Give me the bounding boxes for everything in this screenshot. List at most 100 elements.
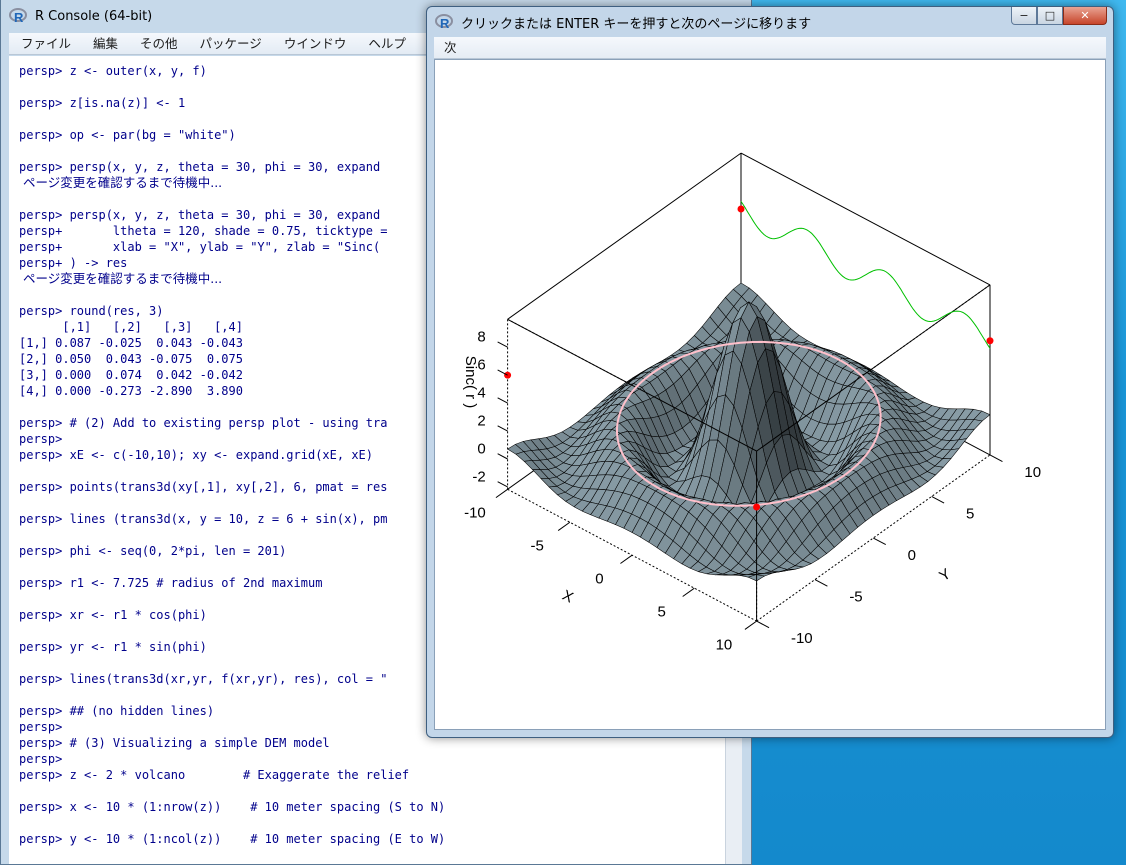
console-line: ページ変更を確認するまで待機中... [19,271,223,286]
console-line: persp> round(res, 3) [19,304,164,318]
x-tick-label: 0 [595,570,603,587]
y-tick-label: -10 [791,630,813,647]
close-button[interactable]: ✕ [1063,7,1107,25]
r-logo-icon: R [9,8,27,24]
y-tick-label: -5 [849,589,862,606]
console-line: persp> y <- 10 * (1:ncol(z)) # 10 meter … [19,832,446,846]
y-tick [989,454,1003,462]
console-line: persp> r1 <- 7.725 # radius of 2nd maxim… [19,576,323,590]
console-line: persp> persp(x, y, z, theta = 30, phi = … [19,160,381,174]
y-tick-label: 0 [908,547,916,564]
console-line: persp> yr <- r1 * sin(phi) [19,640,207,654]
console-line: persp> z[is.na(z)] <- 1 [19,96,186,110]
x-axis-label: X [560,587,576,607]
console-line: [1,] 0.087 -0.025 0.043 -0.043 [19,336,243,350]
z-tick [497,453,508,460]
maximize-button[interactable]: □ [1037,7,1063,25]
window-controls: − □ ✕ [1011,7,1107,25]
console-line: persp> phi <- seq(0, 2*pi, len = 201) [19,544,287,558]
menu-misc[interactable]: その他 [128,33,188,55]
corner-point [986,337,994,345]
console-line: ページ変更を確認するまで待機中... [19,175,223,190]
svg-text:R: R [14,10,24,24]
z-tick-label: 8 [477,329,485,346]
console-line: persp> z <- 2 * volcano # Exaggerate the… [19,768,410,782]
console-line: persp> xE <- c(-10,10); xy <- expand.gri… [19,448,374,462]
console-title: R Console (64-bit) [35,8,153,24]
console-line: [3,] 0.000 0.074 0.042 -0.042 [19,368,243,382]
console-line: persp> op <- par(bg = "white") [19,128,236,142]
console-line: persp> xr <- r1 * cos(phi) [19,608,207,622]
box-edge [507,152,742,320]
z-tick [497,425,508,432]
graphics-title: クリックまたは ENTER キーを押すと次のページに移ります [461,16,812,32]
x-tick [620,554,633,564]
console-line: [4,] 0.000 -0.273 -2.890 3.890 [19,384,243,398]
y-tick [814,579,828,587]
corner-point [737,205,745,213]
r-logo-icon: R [435,14,453,30]
x-tick [557,521,571,531]
menu-file[interactable]: ファイル [9,33,81,55]
y-axis-label: Y [936,565,954,585]
console-line: [,1] [,2] [,3] [,4] [19,320,243,334]
y-tick [931,496,945,504]
y-tick-label: 10 [1024,464,1041,481]
console-line: persp> lines(trans3d(xr,yr, f(xr,yr), re… [19,672,388,686]
x-tick [495,488,508,499]
console-line: persp> # (3) Visualizing a simple DEM mo… [19,736,330,750]
y-tick [873,537,886,546]
x-tick [682,587,695,597]
menu-help[interactable]: ヘルプ [356,33,416,55]
x-tick-label: 10 [716,636,733,653]
plot-canvas[interactable]: -10 -5 0 5 10 -10 -5 0 5 10 -2 0 2 4 6 8 X Y Sinc( r ) [434,59,1106,730]
x-tick-label: -10 [464,505,486,522]
menu-next[interactable]: 次 [434,40,467,55]
z-axis-label: Sinc( r ) [462,356,479,409]
menu-windows[interactable]: ウインドウ [272,33,357,55]
x-tick-label: -5 [531,538,544,555]
minimize-button[interactable]: − [1011,7,1037,25]
console-line: persp> x <- 10 * (1:nrow(z)) # 10 meter … [19,800,446,814]
graphics-menubar: 次 [434,37,1106,59]
z-tick-label: 0 [477,440,485,457]
console-line: persp> z <- outer(x, y, f) [19,64,207,78]
svg-text:R: R [440,16,450,30]
console-line: [2,] 0.050 0.043 -0.075 0.075 [19,352,243,366]
graphics-window: R クリックまたは ENTER キーを押すと次のページに移ります − □ ✕ 次… [426,6,1114,738]
menu-packages[interactable]: パッケージ [188,33,272,55]
console-line: persp> lines (trans3d(x, y = 10, z = 6 +… [19,512,388,526]
console-line: persp+ ltheta = 120, shade = 0.75, tickt… [19,224,388,238]
console-line: persp+ xlab = "X", ylab = "Y", zlab = "S… [19,240,381,254]
z-tick [497,481,508,488]
z-tick-label: -2 [472,468,485,485]
x-tick [744,620,757,630]
menu-edit[interactable]: 編集 [81,33,128,55]
console-text: persp> z <- outer(x, y, f) persp> z[is.na… [19,63,445,847]
persp-plot: -10-50510 -10-50510-202468XYSinc( r ) [462,152,1041,653]
console-line: persp> persp(x, y, z, theta = 30, phi = … [19,208,381,222]
x-tick-label: 5 [658,603,666,620]
corner-point [504,371,512,379]
console-line: persp> [19,432,63,446]
box-edge [740,152,991,286]
y-tick-label: 5 [966,506,974,523]
console-line: persp> ## (no hidden lines) [19,704,215,718]
y-tick [756,620,770,629]
z-tick [497,397,508,404]
